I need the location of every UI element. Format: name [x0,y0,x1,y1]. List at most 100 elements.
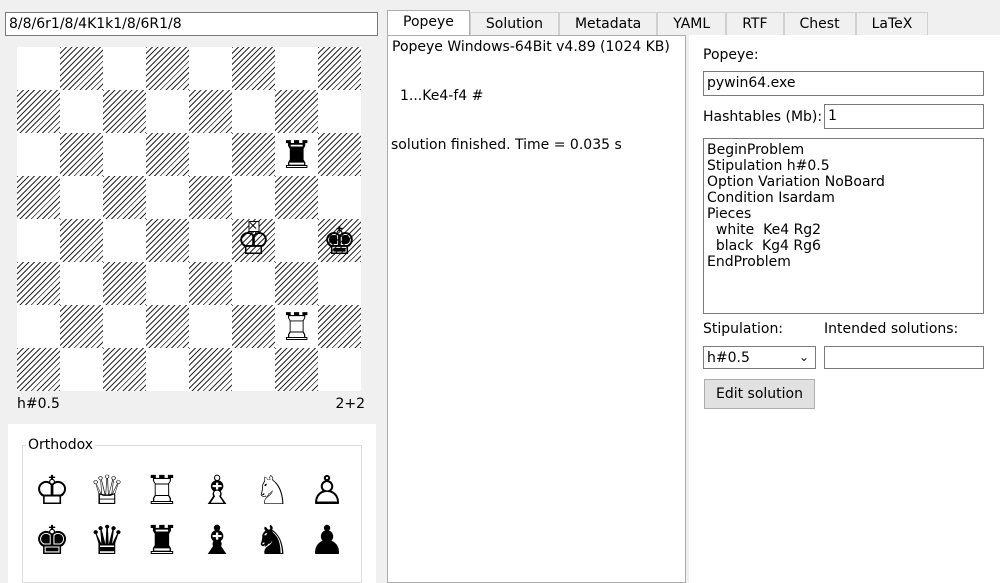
board-square[interactable] [60,90,103,133]
board-square[interactable] [318,348,361,391]
board-square[interactable] [318,47,361,90]
board-square[interactable] [103,47,146,90]
palette-white-rook-icon[interactable]: ♖ [140,469,184,513]
board-square[interactable] [189,47,232,90]
board-square[interactable] [60,219,103,262]
board-square[interactable] [103,176,146,219]
board-square[interactable] [318,305,361,348]
black-rook-icon[interactable]: ♜ [279,136,313,174]
board-square[interactable] [189,348,232,391]
board-square[interactable] [60,305,103,348]
board-square[interactable] [189,219,232,262]
board-square[interactable] [318,262,361,305]
board-square[interactable] [232,47,275,90]
board-square[interactable] [103,90,146,133]
board-square[interactable] [232,176,275,219]
board-square[interactable] [232,348,275,391]
board-square[interactable] [318,133,361,176]
board-square[interactable] [60,348,103,391]
board-square[interactable] [189,90,232,133]
palette-white-pawn-icon[interactable]: ♙ [305,469,349,513]
palette-white-queen-icon[interactable]: ♕ [85,469,129,513]
board-square[interactable] [103,133,146,176]
board-square[interactable] [232,305,275,348]
board-square[interactable] [103,219,146,262]
board-square[interactable] [275,348,318,391]
board-square[interactable]: ♜ [275,133,318,176]
intended-solutions-input[interactable] [824,346,984,369]
board-square[interactable] [103,348,146,391]
problem-text-area[interactable]: BeginProblem Stipulation h#0.5 Option Vari… [703,138,984,314]
palette-black-pawn-icon[interactable]: ♟ [305,519,349,563]
stipulation-caption: h#0.5 [17,396,60,412]
tab-popeye[interactable]: Popeye [387,10,470,35]
board-square[interactable] [189,133,232,176]
board-square[interactable] [60,176,103,219]
popeye-exe-input[interactable]: pywin64.exe [703,71,984,96]
board-square[interactable] [146,90,189,133]
edit-solution-button[interactable]: Edit solution [704,379,815,409]
board-square[interactable] [17,305,60,348]
board-square[interactable] [146,219,189,262]
palette-black-knight-icon[interactable]: ♞ [250,519,294,563]
palette-black-queen-icon[interactable]: ♛ [85,519,129,563]
board-square[interactable] [275,176,318,219]
output-line-solution: 1...Ke4-f4 # [400,88,484,104]
royal-marker-icon [248,221,259,232]
tab-yaml[interactable]: YAML [657,12,727,35]
fen-input[interactable]: 8/8/6r1/8/4K1k1/8/6R1/8 [5,12,378,36]
palette-black-king-icon[interactable]: ♚ [30,519,74,563]
board-square[interactable] [275,219,318,262]
palette-white-knight-icon[interactable]: ♘ [250,469,294,513]
stipulation-label: Stipulation: [703,321,784,337]
board-square[interactable] [232,133,275,176]
palette-white-bishop-icon[interactable]: ♗ [195,469,239,513]
board-square[interactable] [17,47,60,90]
board-square[interactable]: ♖ [275,305,318,348]
tab-latex[interactable]: LaTeX [855,12,929,35]
board-square[interactable] [146,262,189,305]
hashtables-input[interactable]: 1 [824,104,984,129]
board-square[interactable] [146,176,189,219]
board-square[interactable] [60,47,103,90]
tab-rtf[interactable]: RTF [726,12,784,35]
board-square[interactable] [103,305,146,348]
popeye-output[interactable]: Popeye Windows-64Bit v4.89 (1024 KB) 1..… [387,35,686,583]
tab-chest[interactable]: Chest [783,12,856,35]
board-square[interactable] [189,305,232,348]
problem-text-line: black Kg4 Rg6 [707,238,821,254]
board-square[interactable] [17,176,60,219]
black-king-icon[interactable]: ♚ [322,222,356,260]
board-square[interactable] [103,262,146,305]
board-square[interactable] [146,348,189,391]
board-square[interactable] [232,90,275,133]
board-square[interactable] [17,262,60,305]
board-square[interactable] [275,47,318,90]
board-square[interactable] [17,219,60,262]
tab-solution[interactable]: Solution [469,12,559,35]
board-square[interactable] [17,90,60,133]
palette-black-bishop-icon[interactable]: ♝ [195,519,239,563]
board-square[interactable] [232,262,275,305]
palette-white-king-icon[interactable]: ♔ [30,469,74,513]
board-square[interactable] [275,262,318,305]
board-square[interactable] [189,262,232,305]
board-square[interactable] [275,90,318,133]
board-square[interactable] [318,176,361,219]
board-square[interactable] [189,176,232,219]
board-square[interactable] [17,133,60,176]
board-square[interactable] [17,348,60,391]
white-rook-icon[interactable]: ♖ [279,308,313,346]
chess-board[interactable]: ♜ ♔ ♚ ♖ [17,47,361,391]
board-square[interactable]: ♚ [318,219,361,262]
board-square[interactable] [60,133,103,176]
board-square[interactable] [318,90,361,133]
board-square[interactable] [60,262,103,305]
board-square[interactable] [146,133,189,176]
board-square[interactable]: ♔ [232,219,275,262]
stipulation-select[interactable]: h#0.5 ⌄ [703,346,816,369]
board-square[interactable] [146,305,189,348]
tab-metadata[interactable]: Metadata [558,12,658,35]
palette-black-rook-icon[interactable]: ♜ [140,519,184,563]
board-square[interactable] [146,47,189,90]
